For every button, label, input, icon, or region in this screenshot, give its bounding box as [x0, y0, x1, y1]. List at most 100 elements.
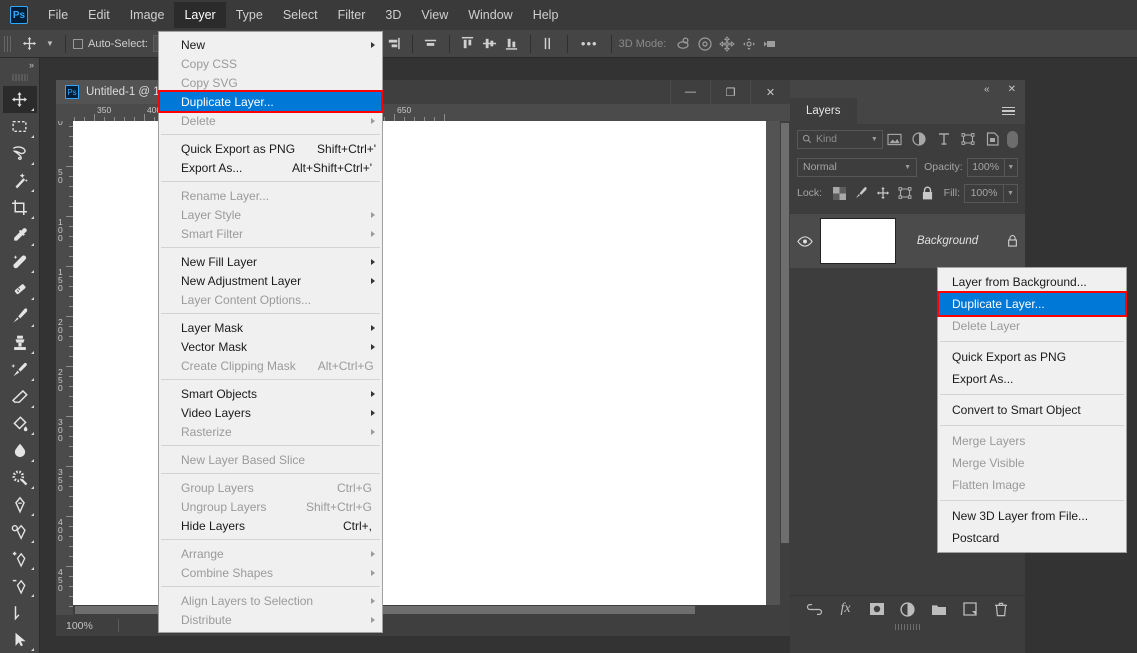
close-panel-icon[interactable]: ✕	[999, 84, 1025, 95]
menu-view[interactable]: View	[411, 2, 458, 28]
options-bar-grip[interactable]	[4, 35, 11, 52]
close-button[interactable]: ✕	[750, 80, 790, 104]
maximize-button[interactable]: ❐	[710, 80, 750, 104]
direct-selection-tool[interactable]	[3, 626, 37, 653]
panel-menu-icon[interactable]	[1002, 98, 1025, 124]
filter-kind-select[interactable]: Kind ▼	[797, 129, 883, 149]
layer-menu-item-quick-export-as-png[interactable]: Quick Export as PNG Shift+Ctrl+'	[159, 139, 382, 158]
layer-menu-item-vector-mask[interactable]: Vector Mask	[159, 337, 382, 356]
collapse-panel-icon[interactable]: «	[975, 84, 999, 95]
menu-file[interactable]: File	[38, 2, 78, 28]
lock-transparent-pixels-icon[interactable]	[828, 183, 850, 203]
pixel-filter-icon[interactable]	[883, 128, 907, 150]
menu-type[interactable]: Type	[226, 2, 273, 28]
layer-style-fx-icon[interactable]: fx	[836, 599, 856, 619]
delete-anchor-point-tool[interactable]	[3, 572, 37, 599]
toolbar-grip[interactable]	[11, 72, 28, 83]
vertical-ruler[interactable]: 0 50 100 150 200 250 300 350 400 450	[56, 104, 73, 636]
fill-stepper[interactable]: ▼	[1004, 183, 1018, 203]
lock-position-icon[interactable]	[872, 183, 894, 203]
layer-menu-item-layer-mask[interactable]: Layer Mask	[159, 318, 382, 337]
layer-name[interactable]: Background	[896, 235, 999, 247]
three-d-pan-icon[interactable]	[716, 34, 738, 54]
rectangular-marquee-tool[interactable]	[3, 113, 37, 140]
adjustment-filter-icon[interactable]	[907, 128, 931, 150]
lock-artboard-icon[interactable]	[894, 183, 916, 203]
lock-image-pixels-icon[interactable]	[850, 183, 872, 203]
lasso-tool[interactable]	[3, 140, 37, 167]
three-d-camera-icon[interactable]	[760, 34, 782, 54]
opacity-stepper[interactable]: ▼	[1004, 157, 1018, 177]
new-adjustment-layer-icon[interactable]	[898, 599, 918, 619]
layer-menu-item-new-fill-layer[interactable]: New Fill Layer	[159, 252, 382, 271]
distribute-horizontally-icon[interactable]	[420, 34, 442, 54]
menu-filter[interactable]: Filter	[328, 2, 376, 28]
link-layers-icon[interactable]	[805, 599, 825, 619]
healing-brush-tool[interactable]	[3, 275, 37, 302]
context-menu-item-layer-from-background[interactable]: Layer from Background...	[938, 271, 1126, 293]
move-tool[interactable]	[2, 86, 37, 113]
tab-layers[interactable]: Layers	[790, 98, 857, 124]
filter-enable-toggle[interactable]	[1007, 130, 1018, 148]
eraser-tool[interactable]	[3, 383, 37, 410]
dodge-tool[interactable]	[3, 464, 37, 491]
smart-object-filter-icon[interactable]	[980, 128, 1004, 150]
magic-wand-tool[interactable]	[3, 167, 37, 194]
distribute-vertically-icon[interactable]	[538, 34, 560, 54]
align-right-edges-icon[interactable]	[383, 34, 405, 54]
blend-mode-select[interactable]: Normal ▼	[797, 157, 918, 177]
more-options-icon[interactable]: •••	[575, 36, 604, 51]
new-group-icon[interactable]	[929, 599, 949, 619]
menu-edit[interactable]: Edit	[78, 2, 120, 28]
layer-thumbnail[interactable]	[820, 218, 896, 264]
align-vertical-centers-icon[interactable]	[479, 34, 501, 54]
layer-visibility-toggle[interactable]	[790, 235, 820, 247]
clone-stamp-tool[interactable]	[3, 329, 37, 356]
tool-preset-chevron-icon[interactable]: ▼	[42, 39, 58, 48]
minimize-button[interactable]: —	[670, 80, 710, 104]
layer-menu-item-new[interactable]: New	[159, 35, 382, 54]
lock-all-icon[interactable]	[916, 183, 938, 203]
layer-menu-item-smart-objects[interactable]: Smart Objects	[159, 384, 382, 403]
freeform-pen-tool[interactable]	[3, 518, 37, 545]
opacity-value[interactable]: 100%	[966, 157, 1005, 177]
three-d-roll-icon[interactable]	[694, 34, 716, 54]
layer-menu-item-export-as[interactable]: Export As... Alt+Shift+Ctrl+'	[159, 158, 382, 177]
align-bottom-edges-icon[interactable]	[501, 34, 523, 54]
context-menu-item-new-3d-layer-from-file[interactable]: New 3D Layer from File...	[938, 505, 1126, 527]
menu-select[interactable]: Select	[273, 2, 328, 28]
shape-filter-icon[interactable]	[956, 128, 980, 150]
spot-healing-brush-tool[interactable]	[3, 248, 37, 275]
brush-tool[interactable]	[3, 302, 37, 329]
crop-tool[interactable]	[3, 194, 37, 221]
panel-resize-grip[interactable]	[790, 622, 1025, 631]
vertical-scrollbar[interactable]	[780, 121, 790, 615]
layer-menu-item-video-layers[interactable]: Video Layers	[159, 403, 382, 422]
vertical-scrollbar-thumb[interactable]	[781, 123, 789, 543]
type-filter-icon[interactable]	[931, 128, 955, 150]
context-menu-item-postcard[interactable]: Postcard	[938, 527, 1126, 549]
align-top-edges-icon[interactable]	[457, 34, 479, 54]
context-menu-item-duplicate-layer[interactable]: Duplicate Layer...	[937, 291, 1127, 317]
move-tool-icon[interactable]	[16, 33, 42, 55]
pen-tool[interactable]	[3, 491, 37, 518]
delete-layer-icon[interactable]	[991, 599, 1011, 619]
fill-value[interactable]: 100%	[964, 183, 1004, 203]
toolbar-collapse-icon[interactable]: »	[0, 58, 39, 72]
history-brush-tool[interactable]	[3, 356, 37, 383]
zoom-level[interactable]: 100%	[56, 620, 118, 632]
eyedropper-tool[interactable]	[3, 221, 37, 248]
layer-menu-item-hide-layers[interactable]: Hide Layers Ctrl+,	[159, 516, 382, 535]
menu-layer[interactable]: Layer	[174, 2, 226, 28]
menu-image[interactable]: Image	[120, 2, 175, 28]
layer-menu-item-duplicate-layer[interactable]: Duplicate Layer...	[158, 90, 383, 113]
path-selection-tool[interactable]	[3, 599, 37, 626]
context-menu-item-export-as[interactable]: Export As...	[938, 368, 1126, 390]
menu-3d[interactable]: 3D	[375, 2, 411, 28]
add-layer-mask-icon[interactable]	[867, 599, 887, 619]
gradient-tool[interactable]	[3, 410, 37, 437]
auto-select-checkbox[interactable]	[73, 38, 83, 49]
three-d-slide-icon[interactable]	[738, 34, 760, 54]
context-menu-item-convert-to-smart-object[interactable]: Convert to Smart Object	[938, 399, 1126, 421]
add-anchor-point-tool[interactable]	[3, 545, 37, 572]
